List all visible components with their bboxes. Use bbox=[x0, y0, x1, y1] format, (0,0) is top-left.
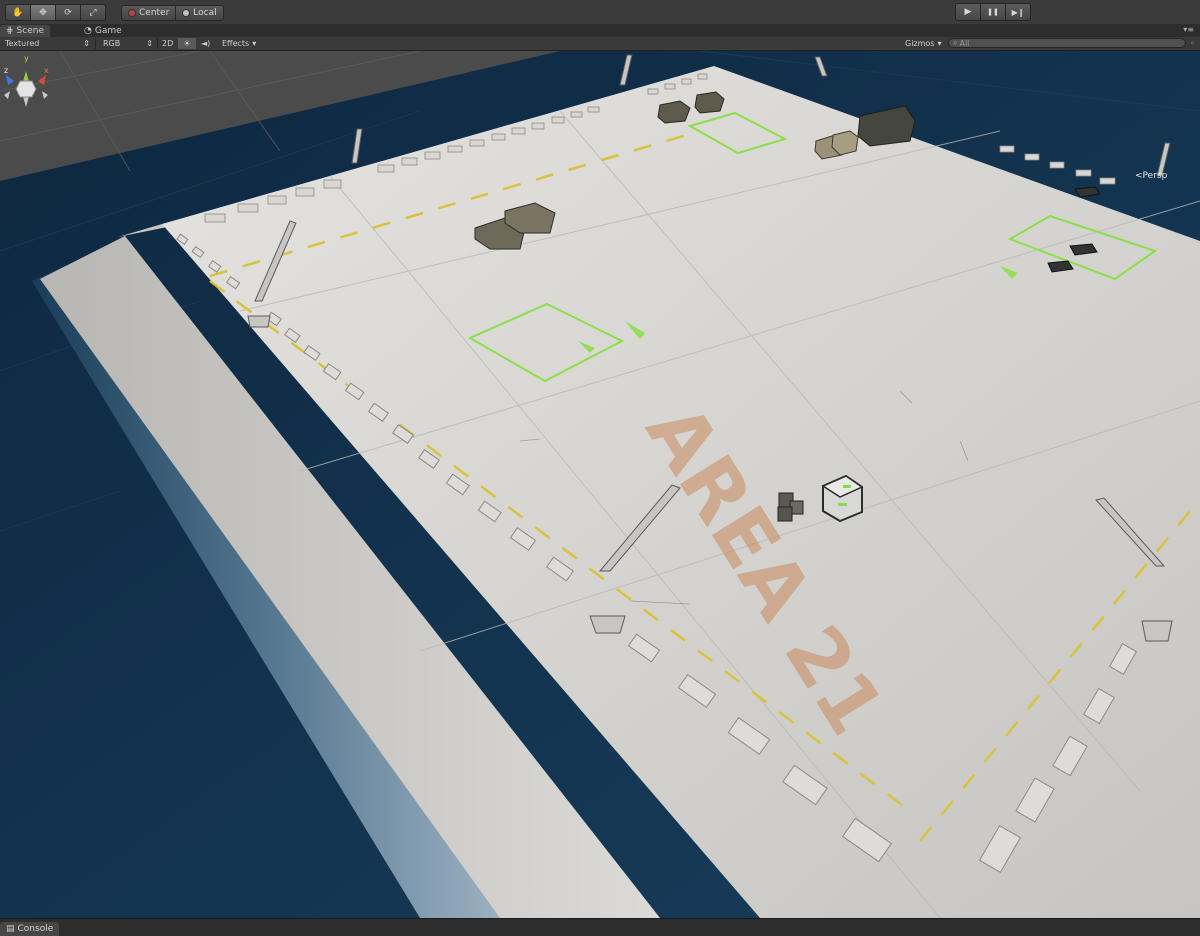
audio-toggle-button[interactable]: ◄) bbox=[201, 38, 210, 49]
shading-mode-dropdown[interactable]: Textured ⇕ bbox=[5, 38, 90, 49]
projection-label: Persp bbox=[1142, 171, 1168, 181]
step-button[interactable]: ▶❙ bbox=[1005, 3, 1031, 21]
move-icon: ✥ bbox=[39, 7, 47, 18]
pivot-center-icon bbox=[128, 9, 136, 17]
separator bbox=[95, 38, 96, 49]
orientation-gizmo[interactable]: y x z bbox=[0, 51, 52, 127]
effects-dropdown[interactable]: Effects ▾ bbox=[222, 38, 256, 49]
pivot-local-button[interactable]: Local bbox=[175, 5, 224, 21]
game-pacman-icon: ◔ bbox=[84, 26, 92, 36]
search-clear-icon[interactable]: ◦ bbox=[1190, 38, 1195, 49]
effects-arrow-icon: ▾ bbox=[252, 39, 257, 48]
2d-toggle-label: 2D bbox=[162, 39, 174, 48]
hierarchy-search-input[interactable]: ⌕ All bbox=[948, 38, 1186, 48]
2d-toggle-button[interactable]: 2D bbox=[162, 38, 173, 49]
scene-lighting-button[interactable]: ☀ bbox=[178, 38, 196, 49]
effects-label: Effects bbox=[222, 39, 250, 48]
transform-tools: ✋ ✥ ⟳ ⤢ bbox=[5, 4, 106, 21]
pivot-local-label: Local bbox=[193, 8, 217, 18]
gizmos-label: Gizmos bbox=[905, 39, 935, 48]
tab-scene-label: Scene bbox=[16, 26, 44, 36]
tab-console[interactable]: ▤ Console bbox=[0, 922, 60, 936]
gizmos-arrow-icon: ▾ bbox=[937, 39, 942, 48]
console-icon: ▤ bbox=[6, 924, 15, 934]
tab-game[interactable]: ◔ Game bbox=[78, 25, 128, 37]
pivot-local-icon bbox=[182, 9, 191, 17]
render-dropdown-arrow-icon: ⇕ bbox=[146, 39, 153, 48]
play-button[interactable]: ▶ bbox=[955, 3, 980, 21]
search-icon: ⌕ bbox=[953, 38, 958, 47]
pivot-center-label: Center bbox=[139, 8, 170, 18]
rotate-tool-button[interactable]: ⟳ bbox=[55, 4, 80, 21]
pivot-toggles: Center Local bbox=[121, 5, 224, 21]
scene-toolbar: Textured ⇕ RGB ⇕ 2D ☀ ◄) Effects ▾ Gizmo… bbox=[0, 37, 1200, 51]
step-icon: ▶❙ bbox=[1011, 7, 1025, 17]
shading-mode-value: Textured bbox=[5, 39, 40, 48]
render-mode-dropdown[interactable]: RGB ⇕ bbox=[103, 38, 153, 49]
tab-scene[interactable]: ⋕ Scene bbox=[0, 25, 50, 37]
sun-icon: ☀ bbox=[183, 39, 191, 48]
scene-grid-icon: ⋕ bbox=[6, 26, 14, 36]
render-mode-value: RGB bbox=[103, 39, 121, 48]
speaker-icon: ◄) bbox=[201, 39, 211, 48]
scale-tool-button[interactable]: ⤢ bbox=[80, 4, 106, 21]
pause-button[interactable]: ❚❚ bbox=[980, 3, 1005, 21]
projection-icon: < bbox=[1135, 171, 1143, 181]
hand-icon: ✋ bbox=[12, 7, 24, 18]
tab-console-label: Console bbox=[17, 924, 54, 934]
view-tabs: ⋕ Scene ◔ Game ▾≡ bbox=[0, 24, 1200, 37]
main-toolbar: ✋ ✥ ⟳ ⤢ Center Local ▶ ❚❚ ▶❙ bbox=[0, 0, 1200, 25]
rotate-icon: ⟳ bbox=[64, 7, 72, 18]
projection-toggle[interactable]: <Persp bbox=[1135, 171, 1167, 181]
pause-icon: ❚❚ bbox=[987, 8, 999, 16]
console-panel-bar: ▤ Console bbox=[0, 918, 1200, 936]
tab-game-label: Game bbox=[94, 26, 122, 36]
axis-y-label: y bbox=[24, 54, 29, 63]
shading-dropdown-arrow-icon: ⇕ bbox=[83, 39, 90, 48]
axis-x-label: x bbox=[44, 66, 49, 75]
gizmos-dropdown[interactable]: Gizmos ▾ bbox=[905, 38, 942, 49]
axis-z-label: z bbox=[4, 66, 8, 75]
play-icon: ▶ bbox=[964, 7, 972, 17]
scene-viewport[interactable]: AREA 21 y x z <Persp bbox=[0, 51, 1200, 918]
separator bbox=[157, 38, 158, 49]
play-controls: ▶ ❚❚ ▶❙ bbox=[955, 3, 1031, 21]
scene-render: AREA 21 bbox=[0, 51, 1200, 918]
scale-icon: ⤢ bbox=[89, 7, 97, 18]
tab-menu-icon[interactable]: ▾≡ bbox=[1183, 25, 1194, 34]
search-placeholder: All bbox=[959, 38, 970, 48]
hand-tool-button[interactable]: ✋ bbox=[5, 4, 30, 21]
move-tool-button[interactable]: ✥ bbox=[30, 4, 55, 21]
pivot-center-button[interactable]: Center bbox=[121, 5, 176, 21]
